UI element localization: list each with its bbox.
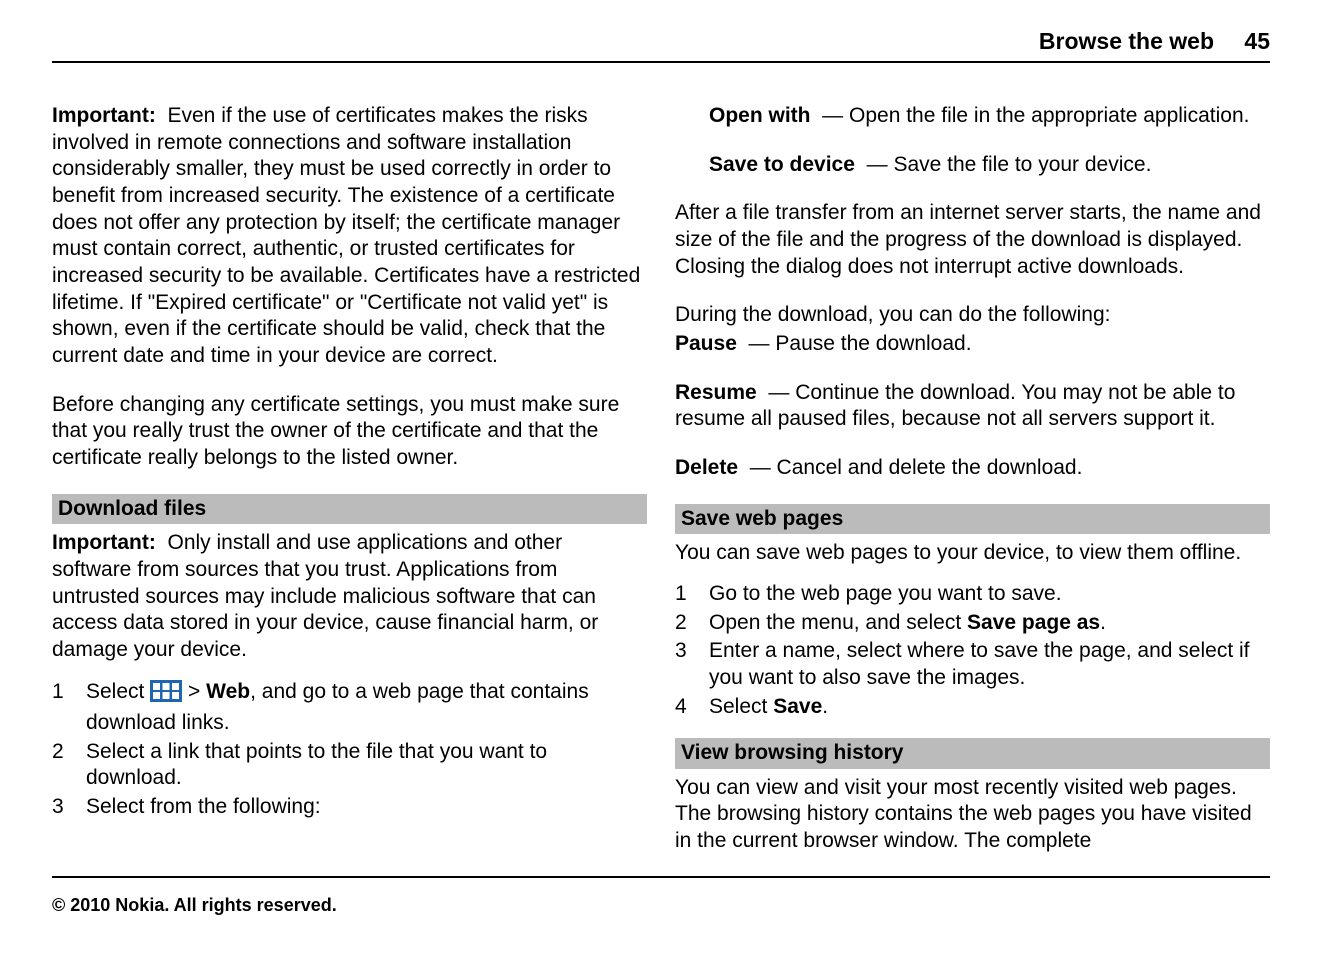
step-number: 3	[675, 638, 709, 665]
s4-prefix: Select	[709, 695, 773, 718]
save-to-device-label: Save to device	[709, 153, 855, 176]
left-column: Important: Even if the use of certificat…	[52, 103, 647, 855]
list-item: 3 Select from the following:	[52, 794, 647, 821]
step-number: 1	[52, 679, 86, 706]
important-text: Even if the use of certificates makes th…	[52, 104, 640, 367]
open-with-label: Open with	[709, 104, 811, 127]
save-step-3: Enter a name, select where to save the p…	[709, 638, 1270, 691]
step-1-text: Select > We	[86, 679, 647, 736]
important-label-2: Important:	[52, 531, 156, 554]
save-step-4: Select Save.	[709, 694, 828, 721]
open-with-def: Open with — Open the file in the appropr…	[709, 103, 1270, 130]
list-item: 4 Select Save.	[675, 694, 1270, 721]
resume-def: Resume — Continue the download. You may …	[675, 380, 1270, 433]
page: Browse the web 45 Important: Even if the…	[0, 0, 1322, 954]
list-item: 3 Enter a name, select where to save the…	[675, 638, 1270, 691]
pause-text: Pause the download.	[775, 332, 971, 355]
apps-grid-icon	[150, 680, 182, 710]
page-header: Browse the web 45	[52, 28, 1270, 61]
s2-suffix: .	[1100, 611, 1106, 634]
resume-text: Continue the download. You may not be ab…	[675, 381, 1235, 431]
heading-save-web-pages: Save web pages	[675, 504, 1270, 535]
step1-web: Web	[206, 680, 250, 703]
select-from-options: Open with — Open the file in the appropr…	[675, 103, 1270, 178]
save-intro: You can save web pages to your device, t…	[675, 540, 1270, 567]
delete-label: Delete	[675, 456, 738, 479]
footer-rule	[52, 876, 1270, 878]
important-certificates: Important: Even if the use of certificat…	[52, 103, 647, 370]
header-title: Browse the web	[1039, 28, 1214, 54]
s4-suffix: .	[822, 695, 828, 718]
trust-owner-paragraph: Before changing any certificate settings…	[52, 392, 647, 472]
s2-bold: Save page as	[967, 611, 1100, 634]
step1-prefix: Select	[86, 680, 150, 703]
list-item: 2 Open the menu, and select Save page as…	[675, 610, 1270, 637]
pause-def: Pause — Pause the download.	[675, 331, 1270, 358]
save-to-device-text: Save the file to your device.	[893, 153, 1151, 176]
step-number: 3	[52, 794, 86, 821]
columns: Important: Even if the use of certificat…	[52, 103, 1270, 855]
during-download-intro: During the download, you can do the foll…	[675, 302, 1270, 329]
page-number: 45	[1244, 28, 1270, 54]
step-number: 4	[675, 694, 709, 721]
delete-text: Cancel and delete the download.	[777, 456, 1083, 479]
s2-prefix: Open the menu, and select	[709, 611, 967, 634]
list-item: 1 Go to the web page you want to save.	[675, 581, 1270, 608]
right-column: Open with — Open the file in the appropr…	[675, 103, 1270, 855]
important-install: Important: Only install and use applicat…	[52, 530, 647, 663]
save-to-device-def: Save to device — Save the file to your d…	[709, 152, 1270, 179]
save-steps-list: 1 Go to the web page you want to save. 2…	[675, 581, 1270, 720]
open-with-text: Open the file in the appropriate applica…	[849, 104, 1249, 127]
step1-mid: >	[188, 680, 206, 703]
s4-bold: Save	[773, 695, 822, 718]
heading-view-browsing-history: View browsing history	[675, 738, 1270, 769]
save-step-2: Open the menu, and select Save page as.	[709, 610, 1106, 637]
delete-def: Delete — Cancel and delete the download.	[675, 455, 1270, 482]
footer-copyright: © 2010 Nokia. All rights reserved.	[52, 895, 1270, 916]
save-step-1: Go to the web page you want to save.	[709, 581, 1062, 608]
step-number: 1	[675, 581, 709, 608]
list-item: 1 Select	[52, 679, 647, 736]
resume-label: Resume	[675, 381, 757, 404]
important-label: Important:	[52, 104, 156, 127]
heading-download-files: Download files	[52, 494, 647, 525]
step-number: 2	[52, 739, 86, 766]
step-2-text: Select a link that points to the file th…	[86, 739, 647, 792]
header-rule	[52, 61, 1270, 63]
download-steps-list: 1 Select	[52, 679, 647, 820]
step-number: 2	[675, 610, 709, 637]
list-item: 2 Select a link that points to the file …	[52, 739, 647, 792]
step-3-text: Select from the following:	[86, 794, 321, 821]
transfer-paragraph: After a file transfer from an internet s…	[675, 200, 1270, 280]
history-paragraph: You can view and visit your most recentl…	[675, 775, 1270, 855]
pause-label: Pause	[675, 332, 737, 355]
